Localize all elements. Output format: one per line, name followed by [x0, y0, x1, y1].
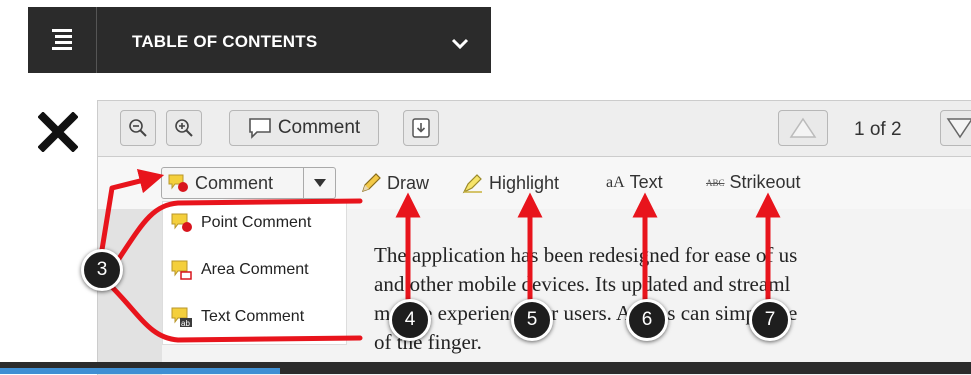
callout-badge-6: 6: [626, 299, 668, 341]
callout-badge-4: 4: [389, 299, 431, 341]
callout-badge-7: 7: [749, 299, 791, 341]
callout-arrows: [97, 168, 781, 343]
bracket-menu-bottom: [107, 282, 363, 343]
bracket-menu-top: [107, 198, 363, 275]
callout-badge-5: 5: [511, 299, 553, 341]
callout-badge-3: 3: [81, 249, 123, 291]
